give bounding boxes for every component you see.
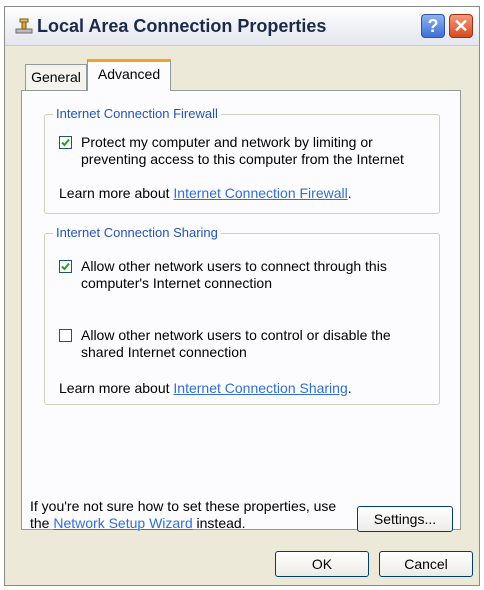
sharing-learn-link[interactable]: Internet Connection Sharing	[173, 380, 347, 396]
firewall-option-label[interactable]: Protect my computer and network by limit…	[81, 134, 431, 168]
footer-hint-prefix: the	[30, 515, 54, 531]
footer-hint: If you're not sure how to set these prop…	[30, 498, 360, 532]
firewall-learn-prefix: Learn more about	[59, 185, 174, 201]
window-title: Local Area Connection Properties	[37, 16, 327, 36]
sharing-control-label[interactable]: Allow other network users to control or …	[81, 327, 431, 361]
properties-window: Local Area Connection Properties ? ✕ Gen…	[4, 6, 480, 586]
help-button[interactable]: ?	[421, 14, 445, 38]
network-setup-wizard-link[interactable]: Network Setup Wizard	[53, 515, 192, 531]
sharing-group: Internet Connection Sharing Allow other …	[44, 225, 440, 405]
sharing-learn-suffix: .	[347, 380, 352, 396]
checkmark-icon	[61, 262, 70, 271]
firewall-learn-suffix: .	[347, 185, 352, 201]
firewall-group: Internet Connection Firewall Protect my …	[44, 106, 440, 214]
cancel-button[interactable]: Cancel	[379, 551, 473, 577]
checkmark-icon	[61, 138, 70, 147]
footer-hint-suffix: instead.	[192, 515, 246, 531]
network-connection-icon	[15, 18, 33, 34]
settings-button[interactable]: Settings...	[357, 506, 453, 532]
sharing-learn-more: Learn more about Internet Connection Sha…	[59, 380, 352, 396]
sharing-control-checkbox[interactable]	[59, 329, 72, 342]
tab-advanced[interactable]: Advanced	[87, 59, 171, 91]
firewall-learn-more: Learn more about Internet Connection Fir…	[59, 185, 352, 201]
footer-hint-line1: If you're not sure how to set these prop…	[30, 498, 337, 514]
sharing-group-legend: Internet Connection Sharing	[53, 225, 221, 240]
sharing-connect-label[interactable]: Allow other network users to connect thr…	[81, 258, 431, 292]
tab-general[interactable]: General	[25, 64, 87, 90]
firewall-group-legend: Internet Connection Firewall	[53, 106, 221, 121]
ok-button[interactable]: OK	[275, 551, 369, 577]
firewall-checkbox[interactable]	[59, 136, 72, 149]
sharing-connect-checkbox[interactable]	[59, 260, 72, 273]
title-bar[interactable]: Local Area Connection Properties ? ✕	[5, 7, 479, 46]
advanced-tab-panel: Internet Connection Firewall Protect my …	[21, 90, 461, 532]
firewall-learn-link[interactable]: Internet Connection Firewall	[173, 185, 347, 201]
close-button[interactable]: ✕	[449, 14, 473, 38]
sharing-learn-prefix: Learn more about	[59, 380, 174, 396]
